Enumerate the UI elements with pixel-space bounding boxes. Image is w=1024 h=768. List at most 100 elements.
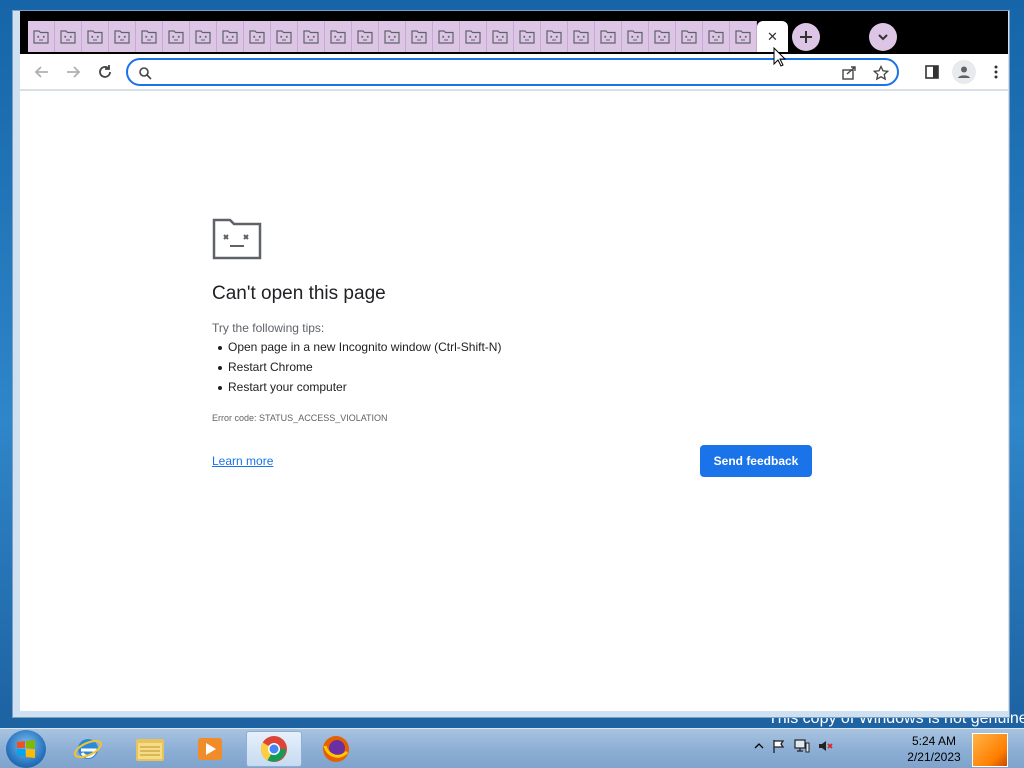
browser-tab[interactable]	[676, 21, 703, 52]
browser-tab[interactable]	[649, 21, 676, 52]
forward-button[interactable]	[61, 60, 85, 84]
close-icon[interactable]: ✕	[767, 29, 778, 45]
browser-tab[interactable]	[703, 21, 730, 52]
browser-tab[interactable]	[433, 21, 460, 52]
sad-folder-icon	[411, 29, 427, 44]
reload-icon	[99, 65, 111, 78]
browser-tab[interactable]	[163, 21, 190, 52]
sad-folder-icon	[212, 218, 262, 260]
clock-time: 5:24 AM	[911, 734, 957, 748]
sad-folder-icon	[87, 29, 103, 44]
internet-explorer-icon	[74, 739, 102, 759]
arrow-right-icon	[67, 66, 81, 78]
chrome-icon	[260, 736, 287, 762]
search-icon	[136, 64, 154, 82]
sad-folder-icon	[141, 29, 157, 44]
volume-muted-icon[interactable]	[818, 739, 834, 753]
sad-folder-icon	[33, 29, 49, 44]
sad-folder-icon	[735, 29, 751, 44]
tips-list: Open page in a new Incognito window (Ctr…	[212, 337, 501, 397]
browser-tab[interactable]	[541, 21, 568, 52]
windows-logo-icon	[17, 740, 35, 758]
sad-folder-icon	[303, 29, 319, 44]
browser-tab[interactable]	[82, 21, 109, 52]
browser-tab[interactable]	[109, 21, 136, 52]
browser-tab[interactable]	[352, 21, 379, 52]
sad-folder-icon	[708, 29, 724, 44]
browser-tab[interactable]	[244, 21, 271, 52]
browser-tab[interactable]	[595, 21, 622, 52]
browser-tab[interactable]	[460, 21, 487, 52]
browser-tab[interactable]	[55, 21, 82, 52]
plus-icon	[800, 31, 812, 43]
bookmark-star-icon[interactable]	[872, 64, 890, 82]
sad-folder-icon	[654, 29, 670, 44]
kebab-menu-icon	[994, 65, 998, 79]
address-input[interactable]	[160, 64, 800, 82]
firefox-icon	[323, 736, 349, 762]
taskbar-internet-explorer[interactable]	[60, 731, 116, 767]
send-feedback-button[interactable]: Send feedback	[700, 445, 812, 477]
browser-tab[interactable]	[271, 21, 298, 52]
browser-tab[interactable]	[406, 21, 433, 52]
new-tab-button[interactable]	[792, 23, 820, 51]
sad-folder-icon	[276, 29, 292, 44]
sad-folder-icon	[249, 29, 265, 44]
error-code: Error code: STATUS_ACCESS_VIOLATION	[212, 413, 388, 423]
arrow-left-icon	[34, 66, 48, 78]
error-page: Can't open this page Try the following t…	[20, 91, 1008, 711]
sad-folder-icon	[222, 29, 238, 44]
browser-toolbar	[20, 54, 1008, 90]
media-player-icon	[198, 738, 222, 760]
browser-tab[interactable]	[136, 21, 163, 52]
taskbar-explorer[interactable]	[122, 731, 178, 767]
sad-folder-icon	[438, 29, 454, 44]
browser-tab[interactable]	[379, 21, 406, 52]
action-center-flag-icon[interactable]	[772, 739, 786, 753]
profile-button[interactable]	[952, 60, 976, 84]
sad-folder-icon	[465, 29, 481, 44]
network-icon[interactable]	[794, 739, 810, 753]
reload-button[interactable]	[93, 60, 117, 84]
back-button[interactable]	[30, 60, 54, 84]
browser-tab[interactable]	[325, 21, 352, 52]
browser-tab[interactable]	[28, 21, 55, 52]
sad-folder-icon	[330, 29, 346, 44]
browser-tab[interactable]	[298, 21, 325, 52]
taskbar-clock[interactable]: 5:24 AM 2/21/2023	[900, 733, 968, 765]
browser-tab[interactable]	[514, 21, 541, 52]
browser-tab[interactable]	[568, 21, 595, 52]
clock-date: 2/21/2023	[907, 750, 961, 764]
tabs-container: ✕	[28, 21, 788, 52]
browser-tab[interactable]	[217, 21, 244, 52]
browser-tab[interactable]	[622, 21, 649, 52]
taskbar-firefox[interactable]	[308, 731, 364, 767]
side-panel-button[interactable]	[920, 60, 944, 84]
show-desktop-button[interactable]	[972, 733, 1008, 767]
chevron-up-icon[interactable]	[754, 741, 764, 751]
start-button[interactable]	[6, 730, 46, 768]
taskbar-chrome[interactable]	[246, 731, 302, 767]
tab-search-button[interactable]	[869, 23, 897, 51]
taskbar: 5:24 AM 2/21/2023	[0, 728, 1024, 768]
learn-more-link[interactable]: Learn more	[212, 454, 273, 468]
browser-tab[interactable]	[190, 21, 217, 52]
mouse-pointer-icon	[773, 47, 787, 67]
browser-tab[interactable]	[730, 21, 757, 52]
list-item: Restart Chrome	[212, 357, 501, 377]
chevron-down-icon	[878, 34, 888, 41]
sad-folder-icon	[519, 29, 535, 44]
share-icon[interactable]	[840, 64, 858, 82]
menu-button[interactable]	[984, 60, 1008, 84]
tips-label: Try the following tips:	[212, 321, 325, 335]
sad-folder-icon	[492, 29, 508, 44]
taskbar-media-player[interactable]	[182, 731, 238, 767]
system-tray	[754, 739, 834, 753]
sad-folder-icon	[60, 29, 76, 44]
list-item: Restart your computer	[212, 377, 501, 397]
sad-folder-icon	[384, 29, 400, 44]
sad-folder-icon	[114, 29, 130, 44]
sad-folder-icon	[546, 29, 562, 44]
side-panel-icon	[925, 65, 939, 79]
browser-tab[interactable]	[487, 21, 514, 52]
